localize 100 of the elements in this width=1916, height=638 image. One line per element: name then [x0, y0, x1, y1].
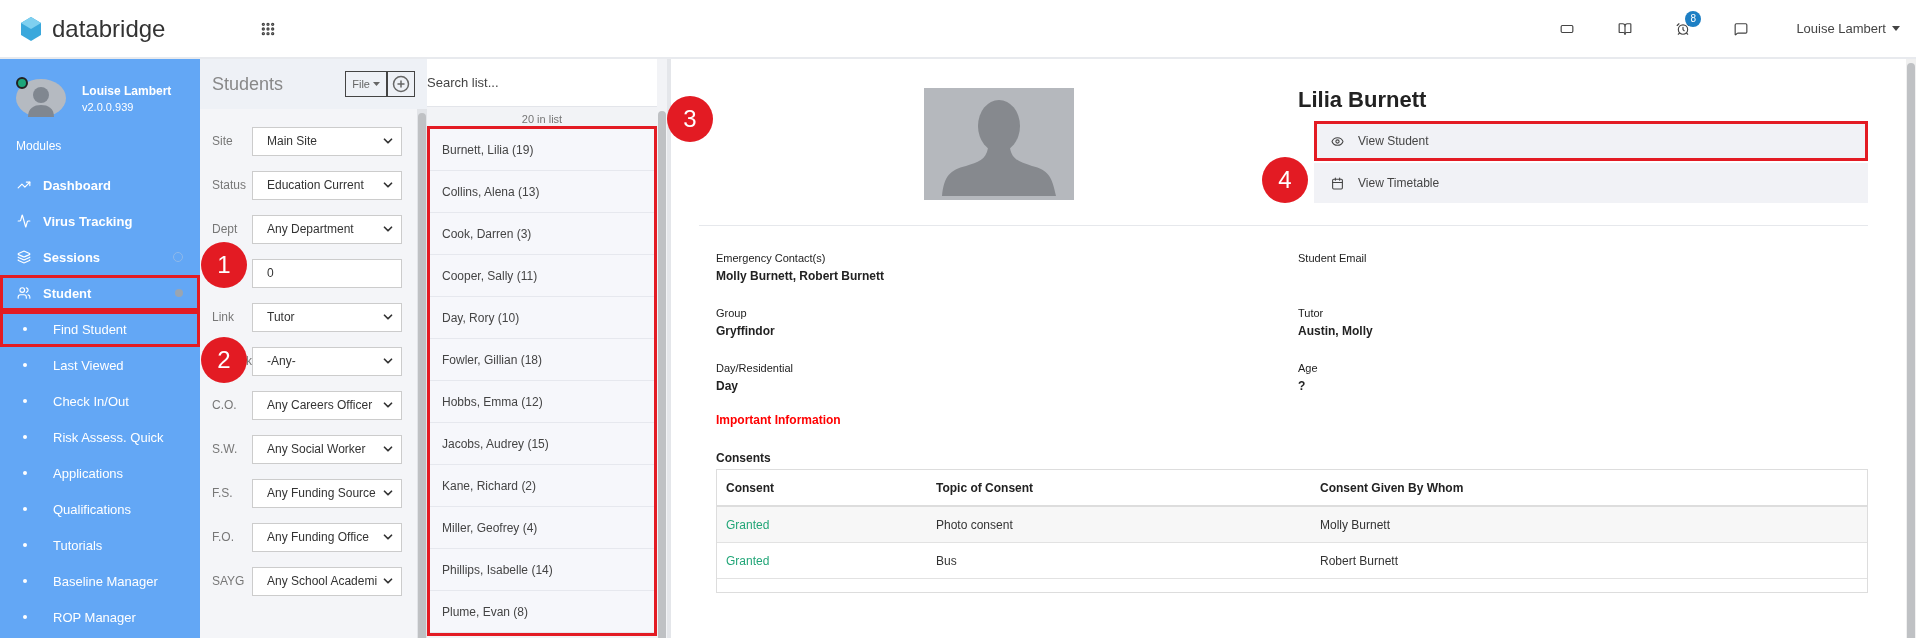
item-label: Check In/Out — [53, 393, 129, 409]
search-field[interactable]: Search list... — [427, 59, 657, 107]
person-silhouette-icon — [28, 85, 54, 117]
table-cell-text: Bus — [935, 553, 958, 568]
section-heading: Modules — [15, 139, 63, 155]
module-icon — [17, 214, 31, 228]
module-icon — [17, 250, 31, 264]
action-label: View Student — [1358, 134, 1429, 148]
filter-label: F.O. — [212, 530, 234, 544]
add-button[interactable] — [387, 71, 415, 97]
bullet-icon — [23, 435, 27, 439]
table-cell-text: Photo consent — [935, 517, 1014, 532]
bullet-icon — [23, 399, 27, 403]
eye-icon — [1331, 134, 1344, 148]
callout-badge: 3 — [667, 96, 713, 142]
field-value: Austin, Molly — [1298, 324, 1374, 338]
bullet-icon — [23, 615, 27, 619]
message-icon[interactable] — [1734, 21, 1749, 36]
list-item[interactable]: Phillips, Isabelle (14) — [430, 549, 654, 591]
list-item[interactable]: Day, Rory (10) — [430, 297, 654, 339]
panel-title: Students — [212, 73, 284, 95]
item-label: Applications — [53, 465, 124, 481]
book-icon[interactable] — [1618, 21, 1633, 36]
bullet-icon — [23, 471, 27, 475]
item-label: Tutorials — [53, 537, 103, 553]
action-label: View Timetable — [1358, 176, 1440, 190]
list-item[interactable]: Kane, Richard (2) — [430, 465, 654, 507]
list-item[interactable]: Plume, Evan (8) — [430, 591, 654, 633]
item-label: Sessions — [43, 249, 101, 265]
list-item[interactable]: Hobbs, Emma (12) — [430, 381, 654, 423]
select-field[interactable]: Tutor — [252, 302, 402, 332]
table-cell-text: Granted — [725, 553, 771, 568]
table-cell-text: Granted — [725, 517, 771, 532]
field-label: Student Email — [1298, 252, 1368, 264]
item-label: Qualifications — [53, 501, 132, 517]
apps-grid-icon[interactable] — [260, 20, 276, 37]
scrollbar-thumb[interactable] — [418, 113, 426, 638]
scrollbar-thumb[interactable] — [658, 111, 666, 638]
table-cell-text: Robert Burnett — [1319, 553, 1400, 568]
calendar-icon — [1331, 176, 1344, 190]
item-label: Find Student — [53, 321, 127, 337]
field-value: Day — [716, 379, 739, 393]
section-title: Consents — [716, 451, 772, 465]
select-field[interactable]: Any Funding Office — [252, 522, 402, 552]
column-header: Consent Given By Whom — [1319, 480, 1465, 495]
select-field[interactable]: Any Funding Source — [252, 478, 402, 508]
logo-text: databridge — [52, 14, 166, 43]
module-icon — [17, 286, 31, 300]
field-value: Molly Burnett, Robert Burnett — [716, 269, 885, 283]
caret-icon — [373, 82, 380, 86]
field-label: Tutor — [1298, 307, 1325, 319]
logo-icon — [20, 16, 42, 41]
callout-badge: 4 — [1262, 157, 1308, 203]
caret-icon — [1892, 26, 1900, 31]
list-item[interactable]: Burnett, Lilia (19) — [430, 129, 654, 171]
scrollbar-thumb[interactable] — [1907, 63, 1915, 638]
item-label: Last Viewed — [53, 357, 124, 373]
alarm-clock-icon[interactable] — [1676, 21, 1691, 36]
list-item[interactable]: Cook, Darren (3) — [430, 213, 654, 255]
filter-label: Dept — [212, 222, 238, 236]
important-heading: Important Information — [716, 413, 842, 427]
list-item[interactable]: Miller, Geofrey (4) — [430, 507, 654, 549]
field-label: Group — [716, 307, 748, 319]
select-field[interactable]: Any Social Worker — [252, 434, 402, 464]
list-item[interactable]: Collins, Alena (13) — [430, 171, 654, 213]
filter-label: C.O. — [212, 398, 237, 412]
action-button[interactable]: View Student — [1314, 121, 1868, 161]
select-field[interactable]: Any School Academi — [252, 566, 402, 596]
select-field[interactable]: Education Current — [252, 170, 402, 200]
table-cell-text: Molly Burnett — [1319, 517, 1392, 532]
user-menu[interactable]: Louise Lambert — [1796, 21, 1900, 36]
filter-label: S.W. — [212, 442, 238, 456]
bullet-icon — [23, 363, 27, 367]
list-item[interactable]: Jacobs, Audrey (15) — [430, 423, 654, 465]
field-label: Day/Residential — [716, 362, 795, 374]
item-label: Virus Tracking — [43, 213, 133, 229]
field-value: Gryffindor — [716, 324, 776, 338]
bullet-icon — [23, 543, 27, 547]
student-name: Lilia Burnett — [1298, 87, 1428, 113]
select-field[interactable]: Main Site — [252, 126, 402, 156]
bullet-icon — [23, 579, 27, 583]
filter-label: Status — [212, 178, 247, 192]
select-field[interactable]: Any Careers Officer — [252, 390, 402, 420]
item-label: Baseline Manager — [53, 573, 158, 589]
input-field[interactable]: 0 — [252, 258, 402, 288]
version-text: v2.0.0.939 — [82, 100, 135, 113]
select-field[interactable]: -Any- — [252, 346, 402, 376]
column-header: Consent — [725, 480, 775, 495]
filter-label: Link — [212, 310, 234, 324]
notification-badge: 8 — [1685, 10, 1702, 27]
action-button[interactable]: View Timetable — [1314, 163, 1868, 203]
select-field[interactable]: Any Department — [252, 214, 402, 244]
bullet-icon — [23, 327, 27, 331]
user-name: Louise Lambert — [82, 83, 172, 98]
filter-label: Site — [212, 134, 233, 148]
file-button[interactable]: File — [345, 71, 387, 97]
list-item[interactable]: Cooper, Sally (11) — [430, 255, 654, 297]
list-item[interactable]: Fowler, Gillian (18) — [430, 339, 654, 381]
list-count: 20 in list — [520, 112, 564, 127]
item-label: Risk Assess. Quick — [53, 429, 164, 445]
